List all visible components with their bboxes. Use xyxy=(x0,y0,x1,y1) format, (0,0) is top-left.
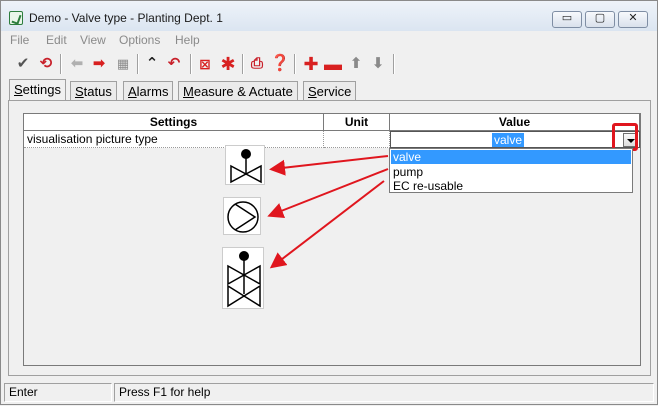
tab-strip: Settings Status Alarms Measure & Actuate… xyxy=(9,79,649,101)
close-button[interactable]: ✕ xyxy=(618,11,648,28)
menu-options[interactable]: Options xyxy=(119,33,160,47)
add-icon[interactable]: ✚ xyxy=(301,54,321,74)
toolbar-separator xyxy=(242,54,244,74)
toolbar: ✔ ⟲ ⬅ ➡ ▦ ⌃ ↶ ⊠ ✱ ⎙ ❓ ✚ ▬ ⬆ ⬇ xyxy=(7,52,647,76)
toolbar-separator xyxy=(190,54,192,74)
option-valve[interactable]: valve xyxy=(391,150,631,164)
list-icon[interactable]: ▦ xyxy=(113,54,133,74)
tab-status[interactable]: Status xyxy=(70,81,117,101)
remove-icon[interactable]: ▬ xyxy=(323,54,343,74)
arrow-left-icon[interactable]: ⬅ xyxy=(67,54,87,74)
close-icon: ✕ xyxy=(628,12,638,24)
annotation-highlight-box xyxy=(612,123,638,151)
value-selected-text: valve xyxy=(492,133,525,147)
tab-service[interactable]: Service xyxy=(303,81,357,101)
tab-settings[interactable]: Settings xyxy=(9,79,66,101)
status-bar: Enter Press F1 for help xyxy=(1,381,657,404)
window-title: Demo - Valve type - Planting Dept. 1 xyxy=(29,11,223,25)
column-header-settings[interactable]: Settings xyxy=(24,114,324,131)
settings-panel: Settings Unit Value visualisation pictur… xyxy=(8,100,651,376)
pump-symbol-graphic xyxy=(227,201,259,233)
toolbar-separator xyxy=(60,54,62,74)
minimize-icon: ▭ xyxy=(561,12,573,24)
app-icon xyxy=(9,11,23,25)
move-down-icon[interactable]: ⬇ xyxy=(368,54,388,74)
title-bar: Demo - Valve type - Planting Dept. 1 ▭ ▢… xyxy=(1,1,657,31)
option-pump[interactable]: pump xyxy=(391,165,631,179)
refresh-icon[interactable]: ⟲ xyxy=(36,54,56,74)
valve-symbol-graphic xyxy=(230,149,262,184)
asterisk-icon[interactable]: ✱ xyxy=(218,54,238,74)
arrow-right-icon[interactable]: ➡ xyxy=(89,54,109,74)
toolbar-separator xyxy=(393,54,395,74)
unit-cell[interactable] xyxy=(324,131,390,148)
collapse-icon[interactable]: ⌃ xyxy=(142,54,162,74)
menu-help[interactable]: Help xyxy=(175,33,200,47)
tab-alarms[interactable]: Alarms xyxy=(123,81,174,101)
column-header-value[interactable]: Value xyxy=(390,114,640,131)
status-mode: Enter xyxy=(4,383,112,402)
help-icon[interactable]: ❓ xyxy=(270,54,290,74)
delete-icon[interactable]: ⊠ xyxy=(195,54,215,74)
toolbar-separator xyxy=(294,54,296,74)
check-icon[interactable]: ✔ xyxy=(13,54,33,74)
undo-icon[interactable]: ↶ xyxy=(164,54,184,74)
menu-view[interactable]: View xyxy=(80,33,106,47)
minimize-button[interactable]: ▭ xyxy=(552,11,582,28)
pump-symbol-icon xyxy=(223,197,261,235)
ec-reusable-symbol-graphic xyxy=(227,251,261,308)
menu-bar: File Edit View Options Help xyxy=(1,32,657,50)
value-dropdown-list[interactable]: valve pump EC re-usable xyxy=(389,148,633,193)
print-icon[interactable]: ⎙ xyxy=(247,54,267,74)
setting-name-cell[interactable]: visualisation picture type xyxy=(24,131,324,148)
ec-reusable-symbol-icon xyxy=(222,247,264,309)
maximize-icon: ▢ xyxy=(594,12,606,24)
column-header-unit[interactable]: Unit xyxy=(324,114,390,131)
application-window: Demo - Valve type - Planting Dept. 1 ▭ ▢… xyxy=(0,0,658,405)
value-combobox[interactable]: valve xyxy=(390,131,640,148)
menu-edit[interactable]: Edit xyxy=(46,33,67,47)
maximize-button[interactable]: ▢ xyxy=(585,11,615,28)
tab-measure-actuate[interactable]: Measure & Actuate xyxy=(178,81,298,101)
valve-symbol-icon xyxy=(225,145,265,185)
toolbar-separator xyxy=(137,54,139,74)
menu-file[interactable]: File xyxy=(10,33,29,47)
option-ec-reusable[interactable]: EC re-usable xyxy=(391,179,631,193)
move-up-icon[interactable]: ⬆ xyxy=(346,54,366,74)
status-hint: Press F1 for help xyxy=(114,383,654,402)
